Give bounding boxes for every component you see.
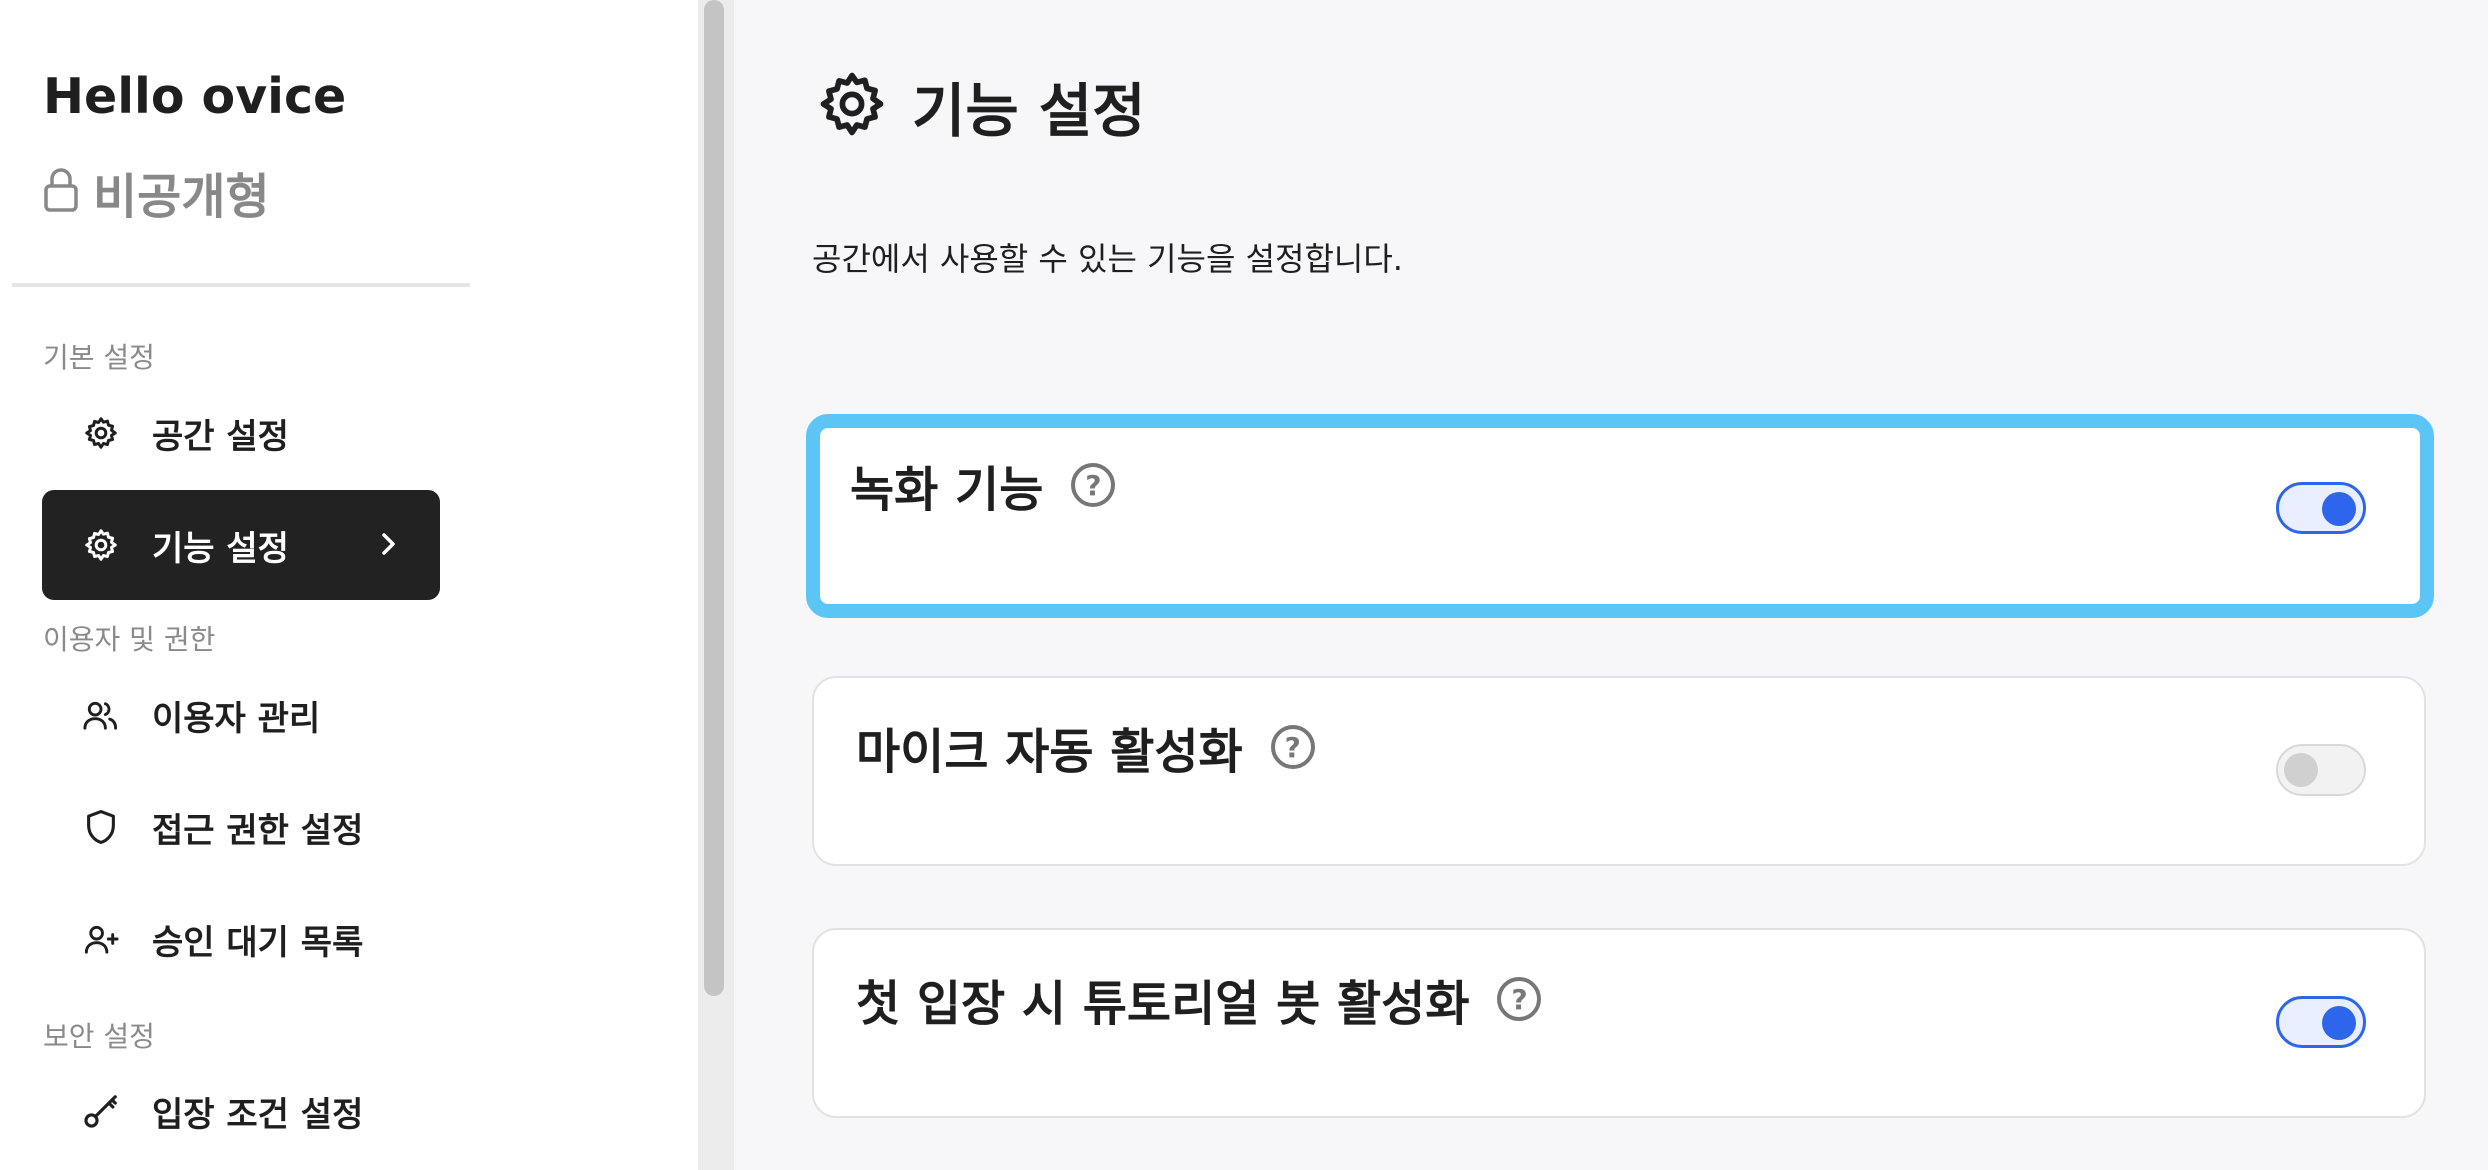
scrollbar-thumb[interactable] <box>704 0 724 996</box>
sidebar: Hello ovice 비공개형 기본 설정 공간 설정 기능 설정 이용자 및… <box>0 0 698 1170</box>
feature-card-recording: 녹화 기능 ? <box>806 414 2434 618</box>
shield-icon <box>82 808 120 846</box>
sidebar-item-feature-settings[interactable]: 기능 설정 <box>42 490 440 600</box>
recording-toggle[interactable] <box>2276 482 2366 534</box>
sidebar-item-label: 이용자 관리 <box>152 698 321 739</box>
section-label-security: 보안 설정 <box>43 1020 155 1053</box>
privacy-status: 비공개형 <box>43 157 270 227</box>
toggle-knob <box>2284 753 2318 787</box>
gear-icon <box>82 526 120 564</box>
gear-icon <box>816 68 888 144</box>
user-plus-icon <box>82 920 120 958</box>
page-title: 기능 설정 <box>816 64 1146 148</box>
feature-label: 첫 입장 시 튜토리얼 봇 활성화 <box>856 976 1470 1032</box>
lock-icon <box>43 167 79 217</box>
sidebar-item-access-settings[interactable]: 접근 권한 설정 <box>42 772 440 882</box>
section-label-basic: 기본 설정 <box>43 341 155 374</box>
section-label-users: 이용자 및 권한 <box>43 623 216 656</box>
sidebar-item-label: 접근 권한 설정 <box>152 810 364 851</box>
sidebar-item-label: 공간 설정 <box>152 416 289 457</box>
sidebar-divider <box>12 283 470 287</box>
privacy-label: 비공개형 <box>93 169 270 225</box>
feature-label-row: 마이크 자동 활성화 ? <box>856 712 1315 782</box>
space-name: Hello ovice <box>43 68 347 125</box>
sidebar-item-label: 승인 대기 목록 <box>152 922 364 963</box>
feature-label-row: 첫 입장 시 튜토리얼 봇 활성화 ? <box>856 964 1542 1034</box>
feature-label-row: 녹화 기능 ? <box>850 450 1116 520</box>
help-icon[interactable]: ? <box>1497 977 1542 1021</box>
mic-auto-toggle[interactable] <box>2276 744 2366 796</box>
feature-label: 마이크 자동 활성화 <box>856 724 1243 780</box>
toggle-knob <box>2322 1006 2356 1040</box>
sidebar-item-space-settings[interactable]: 공간 설정 <box>42 378 440 488</box>
page-title-text: 기능 설정 <box>912 77 1146 145</box>
feature-card-mic-auto: 마이크 자동 활성화 ? <box>812 676 2426 866</box>
key-icon <box>82 1092 120 1130</box>
users-icon <box>82 696 120 734</box>
sidebar-item-entry-conditions[interactable]: 입장 조건 설정 <box>42 1056 440 1166</box>
sidebar-item-label: 입장 조건 설정 <box>152 1094 364 1135</box>
tutorial-bot-toggle[interactable] <box>2276 996 2366 1048</box>
gear-icon <box>82 414 120 452</box>
feature-card-tutorial-bot: 첫 입장 시 튜토리얼 봇 활성화 ? <box>812 928 2426 1118</box>
sidebar-item-pending-approvals[interactable]: 승인 대기 목록 <box>42 884 440 994</box>
help-icon[interactable]: ? <box>1071 463 1116 507</box>
page-description: 공간에서 사용할 수 있는 기능을 설정합니다. <box>812 240 1403 278</box>
sidebar-item-label: 기능 설정 <box>152 528 289 569</box>
sidebar-item-user-management[interactable]: 이용자 관리 <box>42 660 440 770</box>
feature-label: 녹화 기능 <box>850 462 1044 518</box>
chevron-right-icon <box>378 527 400 565</box>
toggle-knob <box>2322 492 2356 526</box>
help-icon[interactable]: ? <box>1270 725 1315 769</box>
